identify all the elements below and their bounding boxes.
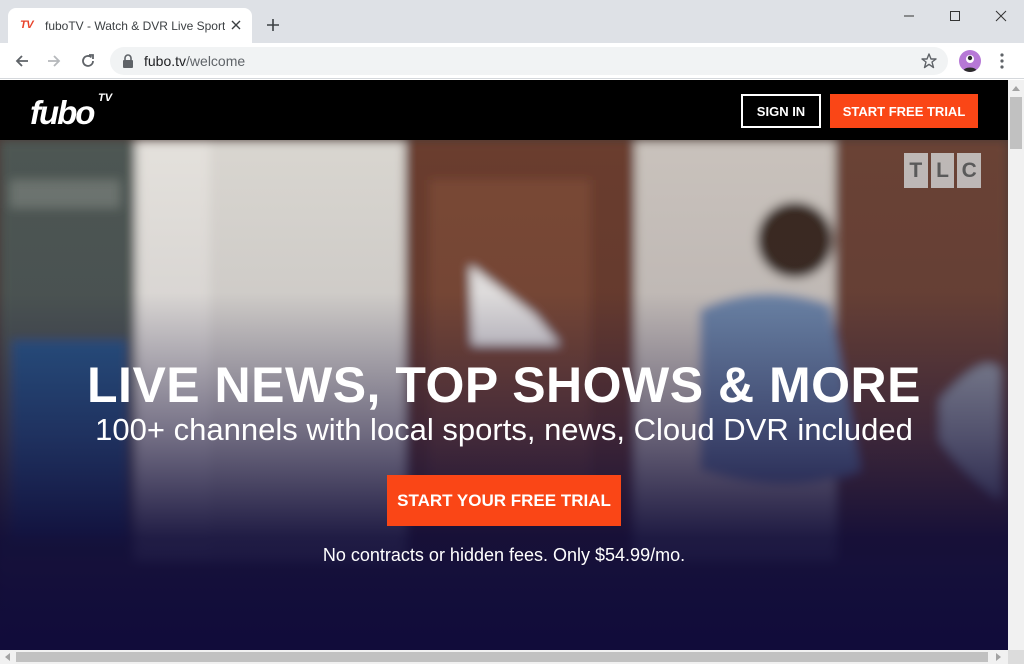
logo-wordmark: fubo bbox=[30, 94, 95, 131]
hero-section: T L C LIVE NEWS, TOP SHOWS & MORE 100+ c… bbox=[0, 140, 1008, 650]
start-free-trial-button[interactable]: START FREE TRIAL bbox=[830, 94, 978, 128]
address-bar[interactable]: fubo.tv/welcome bbox=[110, 47, 948, 75]
sign-in-button[interactable]: SIGN IN bbox=[741, 94, 821, 128]
browser-toolbar: fubo.tv/welcome bbox=[0, 43, 1024, 79]
tab-title: fuboTV - Watch & DVR Live Sports bbox=[45, 19, 225, 33]
tlc-network-logo: T L C bbox=[904, 153, 982, 188]
fubotv-favicon-icon: TV bbox=[20, 19, 34, 31]
lock-icon[interactable] bbox=[122, 54, 134, 68]
window-close-icon[interactable] bbox=[978, 0, 1024, 32]
url-text[interactable]: fubo.tv/welcome bbox=[144, 52, 245, 70]
url-path: /welcome bbox=[186, 53, 246, 69]
scroll-left-arrow-icon[interactable] bbox=[2, 652, 12, 662]
reload-icon[interactable] bbox=[76, 49, 100, 73]
forward-arrow-icon[interactable] bbox=[42, 49, 66, 73]
tab-close-icon[interactable] bbox=[228, 17, 244, 33]
tab-strip: TV fuboTV - Watch & DVR Live Sports bbox=[0, 0, 1024, 43]
url-host: fubo.tv bbox=[144, 53, 187, 69]
new-tab-plus-icon[interactable] bbox=[262, 14, 284, 36]
vertical-scrollbar[interactable] bbox=[1008, 80, 1024, 650]
page-viewport: fubo TV SIGN IN START FREE TRIAL T L C L… bbox=[0, 80, 1008, 650]
logo-superscript: TV bbox=[98, 92, 113, 104]
scrollbar-corner bbox=[1008, 650, 1024, 664]
network-letter: L bbox=[930, 153, 955, 188]
horizontal-scroll-thumb[interactable] bbox=[16, 652, 988, 662]
vertical-dots-menu-icon[interactable] bbox=[993, 51, 1011, 71]
minimize-icon[interactable] bbox=[886, 0, 932, 32]
vertical-scroll-thumb[interactable] bbox=[1010, 97, 1022, 149]
back-arrow-icon[interactable] bbox=[10, 49, 34, 73]
site-header: fubo TV SIGN IN START FREE TRIAL bbox=[0, 80, 1008, 140]
profile-avatar[interactable] bbox=[959, 50, 981, 72]
scroll-right-arrow-icon[interactable] bbox=[994, 652, 1004, 662]
browser-tab[interactable]: TV fuboTV - Watch & DVR Live Sports bbox=[8, 8, 252, 43]
fubotv-logo[interactable]: fubo TV bbox=[30, 92, 130, 132]
scroll-up-arrow-icon[interactable] bbox=[1008, 80, 1024, 96]
start-your-free-trial-button[interactable]: START YOUR FREE TRIAL bbox=[387, 475, 621, 526]
hero-subtitle: 100+ channels with local sports, news, C… bbox=[95, 412, 913, 447]
bookmark-star-icon[interactable] bbox=[920, 52, 938, 70]
pricing-note: No contracts or hidden fees. Only $54.99… bbox=[322, 545, 686, 565]
network-letter: T bbox=[904, 153, 928, 188]
hero-title: LIVE NEWS, TOP SHOWS & MORE bbox=[87, 357, 921, 413]
maximize-icon[interactable] bbox=[932, 0, 978, 32]
network-letter: C bbox=[957, 153, 982, 188]
horizontal-scrollbar[interactable] bbox=[0, 650, 1008, 664]
